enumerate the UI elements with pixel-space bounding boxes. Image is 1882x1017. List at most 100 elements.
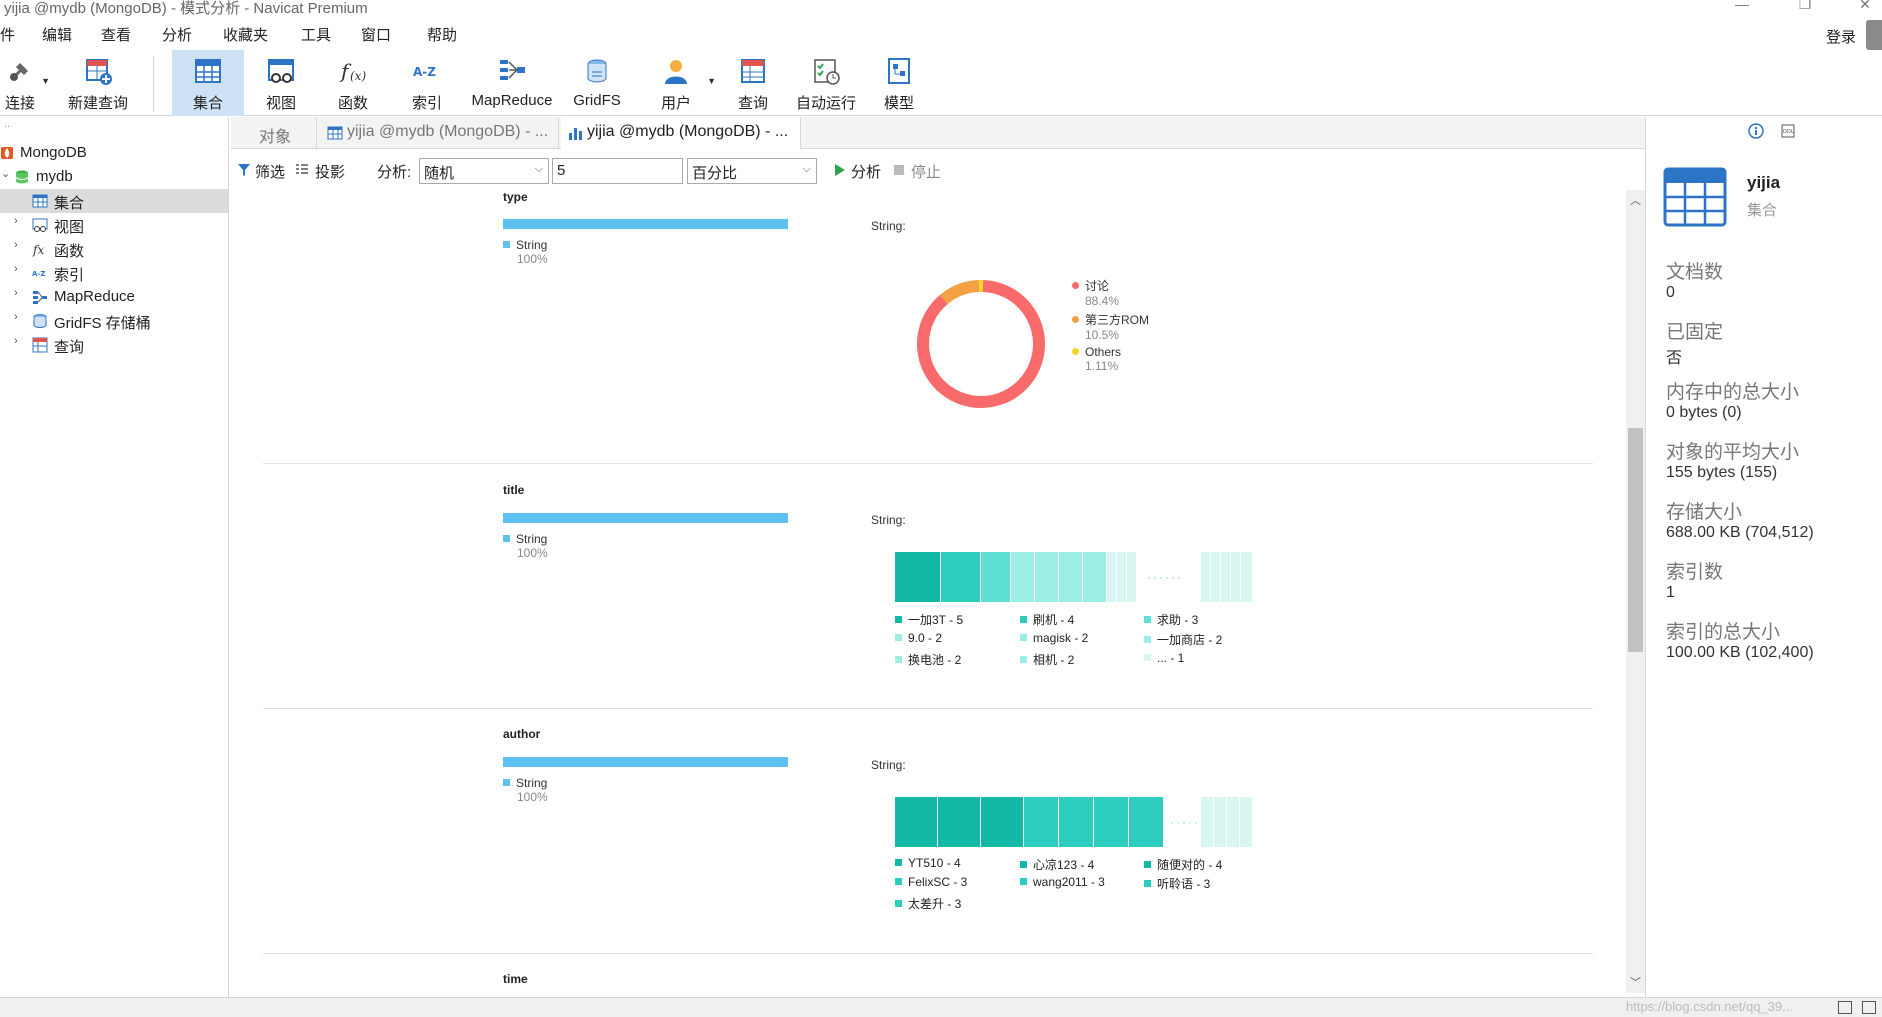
- chevron-right-icon[interactable]: ›: [14, 287, 18, 299]
- type-legend: String: [503, 532, 547, 546]
- value-legend-item: FelixSC - 3: [895, 875, 967, 889]
- tab-schema-analysis[interactable]: yijia @mydb (MongoDB) - ...: [561, 117, 801, 149]
- view-icon: [268, 59, 294, 83]
- filter-button[interactable]: 筛选: [237, 161, 303, 181]
- nav-connection-mongodb[interactable]: MongoDB: [0, 141, 228, 165]
- close-button[interactable]: ✕: [1855, 0, 1875, 12]
- nav-item-collections[interactable]: 集合: [0, 189, 228, 213]
- chevron-down-icon[interactable]: ▼: [707, 76, 716, 86]
- collapse-icon[interactable]: ‥: [4, 119, 10, 130]
- nav-item-queries[interactable]: › 查询: [0, 333, 228, 357]
- chevron-right-icon[interactable]: ›: [14, 239, 18, 251]
- menu-help[interactable]: 帮助: [427, 24, 457, 45]
- tab-label: yijia @mydb (MongoDB) - ...: [347, 123, 549, 140]
- type-distribution-bar: [503, 219, 788, 229]
- restore-button[interactable]: ❐: [1795, 0, 1815, 12]
- new-query-button[interactable]: 新建查询: [62, 50, 134, 116]
- nav-item-views[interactable]: › 视图: [0, 213, 228, 237]
- new-query-icon: [86, 59, 112, 85]
- chevron-right-icon[interactable]: ›: [14, 335, 18, 347]
- scroll-up-icon[interactable]: ︿: [1626, 192, 1645, 208]
- content-scrollbar[interactable]: ︿ ﹀: [1626, 190, 1645, 993]
- strip-cell: [1011, 552, 1035, 602]
- function-icon: fx: [32, 243, 44, 257]
- run-analysis-button[interactable]: 分析: [833, 161, 889, 181]
- chevron-right-icon[interactable]: ›: [14, 311, 18, 323]
- scrollbar-thumb[interactable]: [1628, 428, 1643, 652]
- avatar-icon[interactable]: [1866, 20, 1882, 50]
- mapreduce-button[interactable]: MapReduce: [466, 50, 558, 116]
- model-button[interactable]: 模型: [868, 50, 930, 116]
- chevron-down-icon[interactable]: ⌄: [1, 167, 10, 180]
- query-button[interactable]: 查询: [722, 50, 784, 116]
- login-link[interactable]: 登录: [1826, 26, 1856, 47]
- property-label: 内存中的总大小: [1666, 382, 1800, 403]
- stop-button[interactable]: 停止: [893, 161, 949, 181]
- chevron-right-icon[interactable]: ›: [14, 215, 18, 227]
- tab-objects[interactable]: 对象: [231, 117, 317, 149]
- scroll-down-icon[interactable]: ﹀: [1626, 974, 1645, 990]
- menu-file[interactable]: 件: [0, 24, 15, 45]
- donut-legend-pct: 1.11%: [1085, 359, 1119, 373]
- tab-collection-data[interactable]: yijia @mydb (MongoDB) - ...: [319, 117, 559, 149]
- nav-database-mydb[interactable]: ⌄ mydb: [0, 165, 228, 189]
- menu-window[interactable]: 窗口: [361, 24, 391, 45]
- index-button[interactable]: A-Z 索引: [394, 50, 460, 116]
- form-view-icon[interactable]: [1862, 1001, 1876, 1014]
- view-button[interactable]: 视图: [248, 50, 314, 116]
- nav-item-indexes[interactable]: › A-Z 索引: [0, 261, 228, 285]
- connect-button[interactable]: ▼ 连接: [0, 50, 50, 116]
- property-value: 否: [1666, 350, 1683, 367]
- connect-label: 连接: [4, 95, 35, 112]
- menu-edit[interactable]: 编辑: [42, 24, 72, 45]
- svg-text:fx: fx: [32, 243, 44, 257]
- field-name: title: [503, 483, 525, 497]
- menu-tools[interactable]: 工具: [301, 24, 331, 45]
- gridfs-button[interactable]: GridFS: [566, 50, 628, 116]
- sample-unit-select[interactable]: 百分比 ⌵: [687, 158, 817, 184]
- strip-cell: [981, 797, 1024, 847]
- user-button[interactable]: ▼ 用户: [646, 50, 716, 116]
- nav-item-label: 集合: [54, 195, 85, 212]
- value-legend-item: 相机 - 2: [1020, 651, 1074, 668]
- property-label: 存储大小: [1666, 502, 1743, 523]
- grid-view-icon[interactable]: [1838, 1001, 1852, 1014]
- ddl-icon[interactable]: DDL: [1780, 123, 1796, 139]
- minimize-button[interactable]: —: [1732, 0, 1752, 12]
- value-legend-label: YT510 - 4: [908, 856, 961, 870]
- sort-az-icon: A-Z: [413, 65, 436, 79]
- chevron-down-icon: ⌵: [534, 163, 543, 175]
- menu-analyze[interactable]: 分析: [162, 24, 192, 45]
- projection-label: 投影: [315, 164, 346, 181]
- section-divider: [263, 463, 1593, 464]
- run-label: 分析: [851, 164, 882, 181]
- donut-slice: [940, 280, 980, 305]
- donut-slice: [917, 280, 1045, 408]
- info-icon[interactable]: [1748, 123, 1764, 139]
- chevron-down-icon[interactable]: ▼: [41, 76, 50, 86]
- value-legend-label: 太差升 - 3: [908, 897, 962, 911]
- automation-button[interactable]: 自动运行: [790, 50, 862, 116]
- value-legend-item: 一加3T - 5: [895, 611, 963, 628]
- menu-favorites[interactable]: 收藏夹: [223, 24, 268, 45]
- function-label: 函数: [337, 95, 368, 112]
- index-label: 索引: [411, 95, 442, 112]
- menu-view[interactable]: 查看: [101, 24, 131, 45]
- nav-connection-label: MongoDB: [20, 144, 87, 161]
- strip-cell: [1211, 552, 1221, 602]
- collection-button[interactable]: 集合: [172, 50, 244, 116]
- projection-button[interactable]: 投影: [295, 161, 355, 181]
- chevron-right-icon[interactable]: ›: [14, 263, 18, 275]
- nav-item-gridfs[interactable]: › GridFS 存储桶: [0, 309, 228, 333]
- nav-item-mapreduce[interactable]: › MapReduce: [0, 285, 228, 309]
- svg-text:(x): (x): [350, 69, 366, 83]
- strip-cell: [1240, 797, 1253, 847]
- stop-icon: [894, 165, 904, 175]
- value-distribution-label: String:: [871, 513, 906, 527]
- property-label: 对象的平均大小: [1666, 442, 1800, 463]
- sample-count-input[interactable]: 5: [552, 158, 683, 184]
- function-button[interactable]: f (x) 函数: [320, 50, 386, 116]
- nav-item-functions[interactable]: › fx 函数: [0, 237, 228, 261]
- sampling-mode-select[interactable]: 随机 ⌵: [419, 158, 549, 184]
- type-legend: String: [503, 776, 547, 790]
